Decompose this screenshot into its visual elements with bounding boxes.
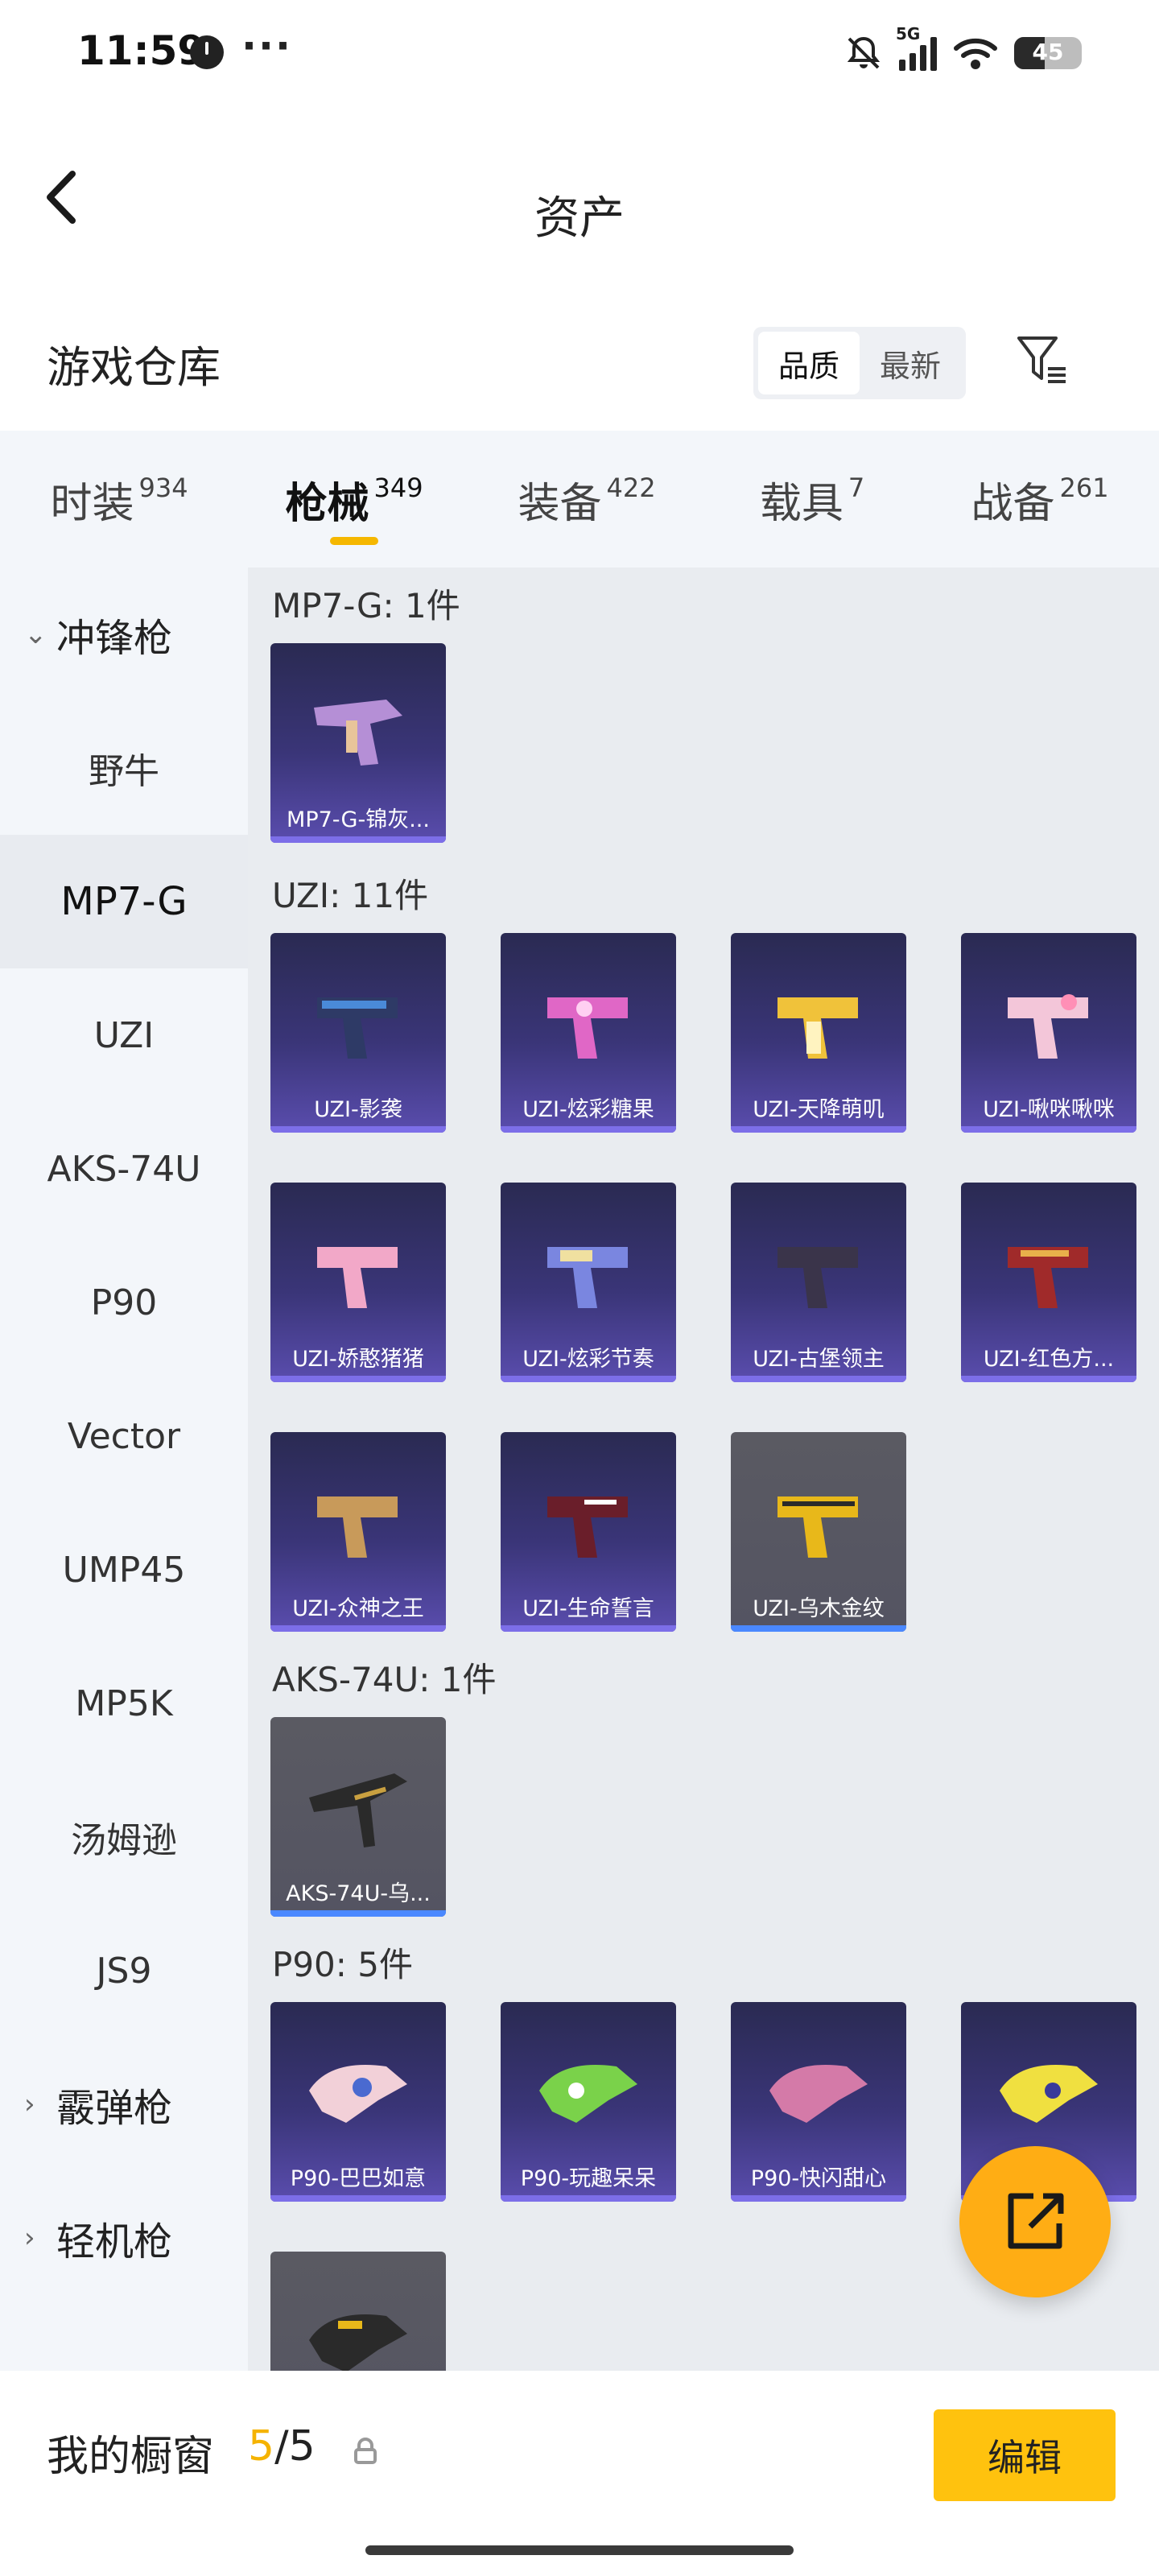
tab-vehicles[interactable]: 载具 7 [703, 431, 921, 568]
p90-skin-icon [309, 2065, 407, 2123]
chevron-right-icon: › [24, 2222, 35, 2254]
weapon-card[interactable]: P90-快闪甜心 [731, 2002, 906, 2202]
signal-icon: 5G [896, 24, 937, 71]
sidebar-item-uzi[interactable]: UZI [0, 968, 248, 1102]
clock-icon [190, 35, 224, 69]
weapon-card[interactable]: UZI-炫彩节奏 [501, 1183, 676, 1382]
uzi-skin-icon [317, 997, 398, 1059]
weapon-card[interactable]: MP7-G-锦灰... [270, 643, 446, 843]
p90-skin-icon [309, 2314, 407, 2371]
uzi-skin-icon [777, 997, 858, 1059]
more-notifications-icon: ··· [241, 23, 292, 69]
sidebar-item-ump45[interactable]: UMP45 [0, 1503, 248, 1637]
p90-skin-icon [539, 2065, 637, 2123]
showcase-count: 5/5 [248, 2422, 316, 2471]
sidebar-item-bizon[interactable]: 野牛 [0, 701, 248, 835]
share-external-icon [1008, 2193, 1064, 2249]
weapon-card[interactable]: UZI-啾咪啾咪 [961, 933, 1136, 1133]
uzi-skin-icon [777, 1496, 858, 1558]
weapon-grid: MP7-G: 1件 MP7-G-锦灰... UZI: 11件 UZI-影袭 UZ… [248, 568, 1159, 2371]
section-label-mp7g: MP7-G: 1件 [272, 586, 460, 625]
uzi-skin-icon [777, 1247, 858, 1308]
wifi-icon [954, 38, 997, 69]
uzi-skin-icon [547, 1496, 628, 1558]
section-label-aks74u: AKS-74U: 1件 [272, 1660, 497, 1699]
weapon-card[interactable]: UZI-乌木金纹 [731, 1432, 906, 1632]
weapon-card[interactable]: P90-巴巴如意 [270, 2002, 446, 2202]
share-fab-button[interactable] [959, 2146, 1111, 2297]
section-label-p90: P90: 5件 [272, 1945, 413, 1984]
rifle-skin-icon [309, 1773, 407, 1847]
category-tabs: 时装 934 枪械 349 装备 422 载具 7 战备 261 [0, 431, 1159, 568]
weapon-card[interactable]: UZI-古堡领主 [731, 1183, 906, 1382]
sidebar-group-smg[interactable]: ⌄ 冲锋枪 [0, 568, 248, 701]
showcase-bar: 我的橱窗 5/5 编辑 [0, 2371, 1159, 2576]
tab-active-indicator [330, 537, 378, 545]
sidebar-item-vector[interactable]: Vector [0, 1369, 248, 1503]
weapon-card[interactable]: UZI-众神之王 [270, 1432, 446, 1632]
status-bar: 11:59 ··· 5G 45 [0, 0, 1159, 105]
weapon-card[interactable]: UZI-天降萌叽 [731, 933, 906, 1133]
sidebar-group-shotgun[interactable]: › 霰弹枪 [0, 2037, 248, 2171]
edit-button[interactable]: 编辑 [934, 2409, 1116, 2501]
battery-icon: 45 [1014, 37, 1082, 69]
chevron-right-icon: › [24, 2088, 35, 2120]
section-label-uzi: UZI: 11件 [272, 876, 429, 915]
warehouse-title: 游戏仓库 [47, 342, 221, 393]
chevron-down-icon: ⌄ [24, 618, 47, 650]
uzi-skin-icon [547, 997, 628, 1059]
uzi-skin-icon [547, 1247, 628, 1308]
sidebar-item-p90[interactable]: P90 [0, 1236, 248, 1369]
sort-quality-button[interactable]: 品质 [758, 332, 860, 394]
sidebar-item-thompson[interactable]: 汤姆逊 [0, 1770, 248, 1904]
weapon-card[interactable]: UZI-红色方... [961, 1183, 1136, 1382]
bell-muted-icon [847, 36, 881, 69]
weapon-card[interactable]: P90-玩趣呆呆 [501, 2002, 676, 2202]
weapon-card[interactable]: AKS-74U-乌... [270, 1717, 446, 1917]
warehouse-header: 游戏仓库 品质 最新 [0, 298, 1159, 427]
sidebar-item-mp7g[interactable]: MP7-G [0, 835, 248, 968]
sidebar-group-lmg[interactable]: › 轻机枪 [0, 2171, 248, 2305]
uzi-skin-icon [1008, 1247, 1088, 1308]
tab-fashion[interactable]: 时装 934 [0, 431, 238, 568]
sort-newest-button[interactable]: 最新 [860, 332, 961, 394]
sidebar-item-js9[interactable]: JS9 [0, 1904, 248, 2037]
weapon-type-sidebar: ⌄ 冲锋枪 野牛 MP7-G UZI AKS-74U P90 Vector UM… [0, 568, 248, 2371]
smg-skin-icon [314, 700, 402, 766]
page-title: 资产 [534, 192, 625, 245]
showcase-label: 我的橱窗 [47, 2433, 215, 2481]
sort-toggle: 品质 最新 [753, 327, 966, 399]
status-time: 11:59 [77, 27, 206, 74]
uzi-skin-icon [317, 1247, 398, 1308]
filter-icon[interactable] [1014, 332, 1070, 388]
tab-equipment[interactable]: 装备 422 [470, 431, 703, 568]
weapon-card[interactable]: UZI-生命誓言 [501, 1432, 676, 1632]
weapon-card[interactable]: UZI-娇憨猪猪 [270, 1183, 446, 1382]
tab-firearms[interactable]: 枪械 349 [238, 431, 470, 568]
sidebar-item-aks74u[interactable]: AKS-74U [0, 1102, 248, 1236]
p90-skin-icon [1000, 2065, 1098, 2123]
weapon-card[interactable] [270, 2252, 446, 2371]
weapon-card[interactable]: UZI-炫彩糖果 [501, 933, 676, 1133]
uzi-skin-icon [317, 1496, 398, 1558]
home-indicator [365, 2545, 794, 2555]
top-header: 资产 [0, 105, 1159, 274]
tab-supplies[interactable]: 战备 261 [921, 431, 1159, 568]
uzi-skin-icon [1008, 994, 1088, 1059]
p90-skin-icon [769, 2065, 868, 2123]
sidebar-item-mp5k[interactable]: MP5K [0, 1637, 248, 1770]
weapon-card[interactable]: UZI-影袭 [270, 933, 446, 1133]
lock-icon [354, 2438, 377, 2464]
